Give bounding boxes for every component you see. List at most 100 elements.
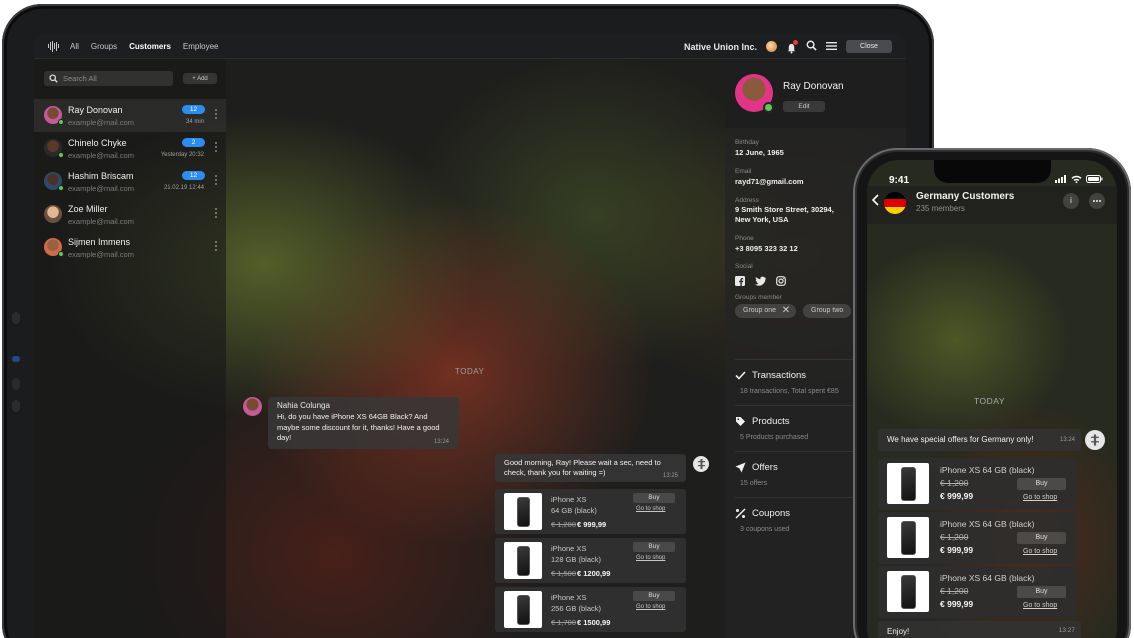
offer-message: We have special offers for Germany only!… [878, 429, 1081, 451]
new-price: € 999,99 [940, 491, 974, 501]
bot-avatar-icon [1085, 430, 1105, 450]
contact-email: example@mail.com [68, 151, 134, 160]
go-to-shop-link[interactable]: Go to shop [1023, 494, 1057, 501]
address-line2: New York, USA [735, 215, 789, 224]
tab-groups[interactable]: Groups [91, 42, 117, 51]
buy-button[interactable]: Buy [633, 493, 675, 503]
date-divider: TODAY [974, 396, 1005, 406]
message-text: Enjoy! [887, 627, 910, 636]
tag-icon [736, 417, 745, 426]
tab-all[interactable]: All [70, 42, 79, 51]
org-name[interactable]: Native Union Inc. [684, 42, 757, 52]
instagram-icon[interactable] [776, 273, 786, 291]
menu-icon[interactable] [826, 38, 837, 56]
product-name: iPhone XS [551, 495, 587, 504]
status-time: 9:41 [889, 175, 910, 186]
more-options-icon[interactable] [1089, 193, 1105, 209]
message-text: We have special offers for Germany only! [887, 435, 1034, 444]
old-price: € 1,200 [940, 586, 969, 596]
bot-avatar-icon [693, 456, 709, 472]
product-card: iPhone XS 64 GB (black) € 1,200 € 999,99… [495, 489, 686, 534]
section-subtitle: 18 transactions, Total spent €85 [740, 388, 839, 395]
buy-button[interactable]: Buy [1017, 478, 1066, 490]
product-card: iPhone XS 128 GB (black) € 1,500 € 1200,… [495, 538, 686, 583]
close-icon[interactable]: ✕ [782, 304, 790, 318]
back-icon[interactable] [872, 194, 879, 206]
unread-badge: 2 [182, 138, 205, 147]
contact-item[interactable]: Ray Donovan example@mail.com 12 34 min [34, 99, 226, 132]
contact-name: Chinelo Chyke [68, 138, 127, 148]
online-indicator [58, 152, 64, 158]
social-label: Social [735, 263, 753, 270]
product-image [887, 463, 929, 504]
more-options-icon[interactable] [215, 208, 218, 218]
go-to-shop-link[interactable]: Go to shop [636, 555, 665, 561]
avatar [243, 397, 262, 416]
tablet-camera [12, 356, 20, 362]
new-price: € 999,99 [940, 599, 974, 609]
add-contact-button[interactable]: + Add [183, 73, 217, 84]
contact-item[interactable]: Zoe Miller example@mail.com [34, 198, 226, 231]
more-options-icon[interactable] [215, 241, 218, 251]
new-price: € 1500,99 [577, 618, 611, 627]
group-title: Germany Customers [916, 191, 1015, 202]
group-chip-label: Group one [743, 307, 777, 314]
product-image [504, 493, 542, 530]
phone-value[interactable]: +3 8095 323 32 12 [735, 244, 798, 254]
close-button[interactable]: Close [846, 40, 892, 53]
search-icon[interactable] [806, 38, 817, 56]
more-options-icon[interactable] [215, 142, 218, 152]
more-options-icon[interactable] [215, 109, 218, 119]
tablet-side-button [12, 312, 20, 324]
message-time: 13:24 [433, 439, 449, 445]
product-variant: 256 GB (black) [551, 604, 602, 613]
address-line1: 9 Smith Store Street, 30294, [735, 205, 834, 214]
search-input[interactable]: Search All [44, 71, 173, 86]
edit-profile-button[interactable]: Edit [783, 101, 825, 112]
tablet-device: All Groups Customers Employee Native Uni… [2, 4, 934, 638]
product-name: iPhone XS 64 GB (black) [940, 465, 1035, 475]
email-value[interactable]: rayd71@gmail.com [735, 177, 804, 187]
contact-email: example@mail.com [68, 217, 134, 226]
sender-name: Nahia Colunga [277, 401, 330, 410]
go-to-shop-link[interactable]: Go to shop [636, 506, 665, 512]
facebook-icon[interactable] [735, 273, 745, 291]
buy-button[interactable]: Buy [633, 591, 675, 601]
buy-button[interactable]: Buy [1017, 586, 1066, 598]
contact-item[interactable]: Chinelo Chyke example@mail.com 2 Yesterd… [34, 132, 226, 165]
waveform-logo-icon[interactable] [48, 40, 60, 52]
more-options-icon[interactable] [215, 175, 218, 185]
birthday-label: Birthday [735, 139, 759, 146]
buy-button[interactable]: Buy [1017, 532, 1066, 544]
section-title: Coupons [752, 508, 791, 519]
group-header: Germany Customers 235 members i [867, 186, 1117, 224]
go-to-shop-link[interactable]: Go to shop [1023, 602, 1057, 609]
product-card: iPhone XS 256 GB (black) € 1,700 € 1500,… [495, 587, 686, 632]
tablet-side-button [12, 378, 20, 390]
contact-item[interactable]: Hashim Briscam example@mail.com 12 21.02… [34, 165, 226, 198]
org-logo-icon[interactable] [766, 41, 777, 52]
go-to-shop-link[interactable]: Go to shop [636, 604, 665, 610]
check-icon [735, 371, 746, 380]
online-indicator [763, 102, 774, 113]
product-variant: 64 GB (black) [551, 506, 597, 515]
devices-stage: All Groups Customers Employee Native Uni… [0, 0, 1134, 638]
section-subtitle: 5 Products purchased [740, 434, 809, 441]
incoming-message: Nahia Colunga Hi, do you have iPhone XS … [268, 397, 459, 449]
group-chip[interactable]: Group two [803, 304, 852, 318]
twitter-icon[interactable] [755, 273, 766, 291]
contact-time: 34 min [185, 119, 204, 125]
message-text: Good morning, Ray! Please wait a sec, ne… [504, 458, 661, 477]
group-chip[interactable]: Group one ✕ [735, 304, 797, 318]
contact-item[interactable]: Sijmen Immens example@mail.com [34, 231, 226, 264]
bell-icon[interactable] [786, 40, 798, 54]
online-indicator [58, 251, 64, 257]
notification-dot [793, 40, 798, 45]
tab-employee[interactable]: Employee [183, 42, 219, 51]
product-name: iPhone XS [551, 544, 587, 553]
go-to-shop-link[interactable]: Go to shop [1023, 548, 1057, 555]
message-text: Hi, do you have iPhone XS 64GB Black? An… [277, 412, 440, 442]
tab-customers[interactable]: Customers [129, 42, 171, 51]
buy-button[interactable]: Buy [633, 542, 675, 552]
info-button[interactable]: i [1063, 193, 1079, 209]
